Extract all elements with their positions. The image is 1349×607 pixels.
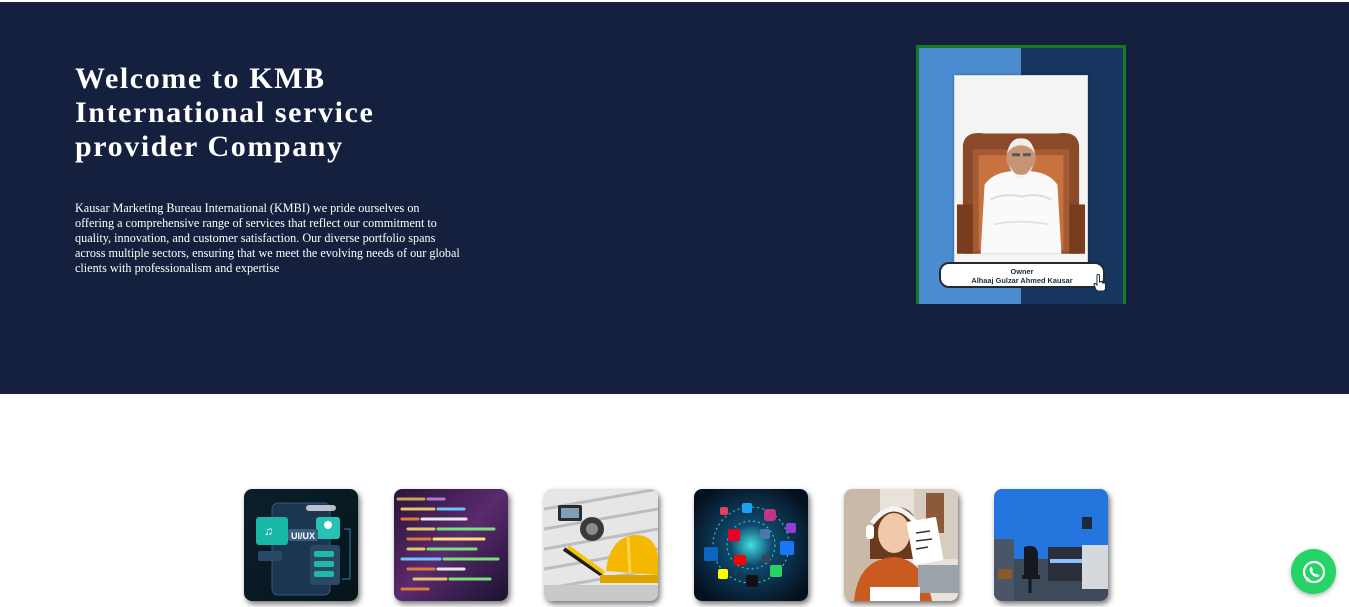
pointer-hand-icon [1093, 274, 1106, 292]
owner-portrait-frame: Owner Alhaaj Gulzar Ahmed Kausar [916, 45, 1126, 304]
svg-text:♫: ♫ [264, 524, 273, 538]
whatsapp-button[interactable] [1291, 549, 1336, 594]
code-icon [394, 489, 508, 601]
hero-title: Welcome to KMB International service pro… [75, 62, 375, 163]
hero-section: Welcome to KMB International service pro… [0, 2, 1349, 394]
services-section: ♫ UI/UX [0, 394, 1349, 607]
service-tile-software-development[interactable] [394, 489, 508, 601]
social-network-icon [694, 489, 808, 601]
hard-hat-icon [544, 489, 658, 601]
service-tile-construction[interactable] [544, 489, 658, 601]
service-tile-social-media[interactable] [694, 489, 808, 601]
ui-ux-icon: ♫ UI/UX [244, 489, 358, 601]
service-tile-office-space[interactable] [994, 489, 1108, 601]
owner-caption: Owner Alhaaj Gulzar Ahmed Kausar [939, 262, 1105, 288]
owner-photo [954, 75, 1088, 265]
office-icon [994, 489, 1108, 601]
ui-ux-label: UI/UX [291, 531, 315, 541]
service-tile-online-teaching[interactable] [844, 489, 958, 601]
hero-description: Kausar Marketing Bureau International (K… [75, 201, 460, 275]
owner-name: Alhaaj Gulzar Ahmed Kausar [971, 276, 1073, 285]
owner-role: Owner [1010, 267, 1034, 276]
owner-portrait-image [955, 76, 1087, 264]
service-tile-ui-ux[interactable]: ♫ UI/UX [244, 489, 358, 601]
whatsapp-icon [1302, 560, 1325, 583]
student-icon [844, 489, 958, 601]
